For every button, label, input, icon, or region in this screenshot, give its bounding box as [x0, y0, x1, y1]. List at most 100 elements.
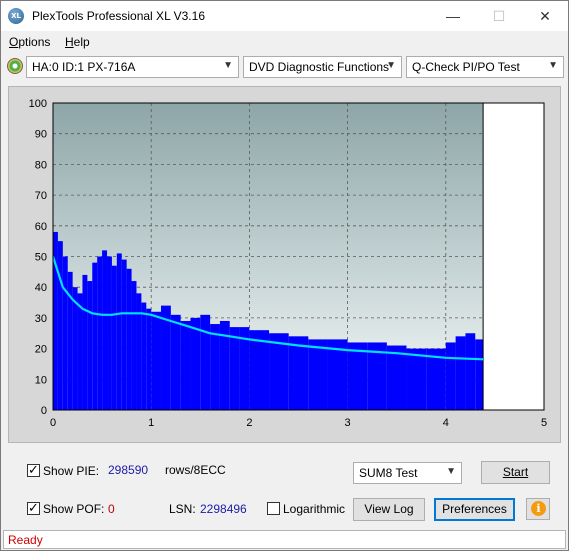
view-log-button-label: View Log	[364, 502, 414, 516]
pie-bar	[87, 281, 93, 410]
pi-po-chart: 0 10 20 30 40 50 60 70 80 90 100 0 1 2 3 4 5	[29, 98, 547, 429]
pie-bar	[190, 317, 201, 410]
pie-bar	[107, 256, 112, 410]
pie-bar	[455, 336, 466, 410]
pie-bar	[136, 293, 142, 410]
window-title: PlexTools Professional XL V3.16	[32, 9, 205, 23]
y-tick-label: 70	[35, 190, 47, 202]
y-tick-label: 90	[35, 129, 47, 141]
pie-bar	[308, 339, 328, 410]
pie-bar	[288, 336, 309, 410]
info-button[interactable]: i	[526, 498, 550, 520]
pie-bar	[210, 324, 220, 410]
pie-bar	[77, 293, 83, 410]
y-tick-label: 10	[35, 374, 47, 386]
drive-select[interactable]: HA:0 ID:1 PX-716A ▼	[26, 56, 239, 78]
y-tick-label: 20	[35, 344, 47, 356]
function-select[interactable]: DVD Diagnostic Functions ▼	[243, 56, 402, 78]
pie-bar	[151, 311, 162, 410]
pie-bar	[445, 342, 456, 410]
show-pof-label: Show POF:	[43, 502, 105, 516]
drive-select-value: HA:0 ID:1 PX-716A	[32, 60, 136, 74]
pof-value: 0	[108, 502, 115, 516]
start-button[interactable]: Start	[481, 461, 550, 484]
chevron-down-icon: ▼	[446, 466, 456, 477]
pie-value: 298590	[108, 463, 149, 477]
test-select[interactable]: Q-Check PI/PO Test ▼	[406, 56, 564, 78]
x-tick-label: 5	[541, 417, 547, 429]
lsn-value: 2298496	[200, 502, 247, 516]
toolbar: HA:0 ID:1 PX-716A ▼ DVD Diagnostic Funct…	[1, 53, 568, 81]
pie-bar	[97, 256, 103, 410]
minimize-button[interactable]: —	[430, 1, 476, 31]
sum-test-select-value: SUM8 Test	[359, 466, 418, 480]
pie-unit: rows/8ECC	[165, 463, 226, 477]
x-tick-label: 0	[50, 417, 56, 429]
show-pie-checkbox[interactable]	[27, 462, 40, 478]
chart-panel: 0 10 20 30 40 50 60 70 80 90 100 0 1 2 3 4 5	[8, 86, 561, 443]
menu-help[interactable]: Help	[65, 35, 90, 49]
plextools-logo-icon: XL	[8, 8, 24, 24]
pie-bar	[386, 345, 407, 410]
disc-drive-icon	[7, 58, 23, 74]
pie-bar	[82, 274, 88, 410]
pie-bar	[347, 342, 368, 410]
y-tick-label: 30	[35, 313, 47, 325]
sum-test-select[interactable]: SUM8 Test ▼	[353, 462, 462, 484]
view-log-button[interactable]: View Log	[353, 498, 425, 521]
pie-bar	[111, 265, 117, 410]
start-button-label: Start	[502, 465, 529, 479]
info-icon: i	[531, 501, 546, 516]
y-tick-label: 0	[41, 405, 47, 417]
status-text: Ready	[8, 533, 43, 547]
y-tick-label: 80	[35, 159, 47, 171]
menu-options[interactable]: Options	[9, 35, 50, 49]
x-tick-label: 1	[148, 417, 154, 429]
app-window: XL PlexTools Professional XL V3.16 — ☐ ✕…	[0, 0, 569, 551]
pie-bar	[102, 250, 108, 410]
logarithmic-checkbox[interactable]	[267, 502, 280, 515]
x-tick-label: 3	[345, 417, 351, 429]
preferences-button-label: Preferences	[442, 502, 507, 516]
pie-bar	[170, 314, 181, 410]
pie-bar	[62, 256, 68, 410]
menu-options-label: ptions	[18, 35, 51, 49]
menu-options-mnemonic: O	[9, 35, 19, 49]
status-bar: Ready	[3, 530, 566, 549]
x-tick-label: 4	[443, 417, 449, 429]
function-select-value: DVD Diagnostic Functions	[249, 60, 390, 74]
x-tick-label: 2	[246, 417, 252, 429]
pie-bar	[131, 281, 137, 410]
pie-bar	[116, 253, 122, 410]
chevron-down-icon: ▼	[386, 60, 396, 71]
pie-bar	[57, 241, 63, 410]
pie-bar	[229, 327, 240, 410]
menu-bar: Options Help	[1, 31, 568, 53]
pie-bar	[475, 339, 484, 410]
pie-bar	[121, 259, 127, 410]
show-pie-label: Show PIE:	[43, 464, 100, 478]
y-tick-label: 40	[35, 282, 47, 294]
chevron-down-icon: ▼	[548, 60, 558, 71]
show-pof-checkbox[interactable]	[27, 500, 40, 516]
menu-help-label: elp	[73, 35, 90, 49]
maximize-button[interactable]: ☐	[476, 1, 522, 31]
logarithmic-label: Logarithmic	[283, 502, 346, 516]
pie-bar	[72, 287, 78, 410]
preferences-button[interactable]: Preferences	[434, 498, 515, 521]
test-select-value: Q-Check PI/PO Test	[412, 60, 520, 74]
lsn-label: LSN:	[169, 502, 196, 516]
y-tick-label: 100	[29, 98, 47, 110]
unscanned-area	[483, 103, 544, 410]
pie-bar	[465, 333, 476, 410]
close-button[interactable]: ✕	[522, 1, 568, 31]
y-tick-label: 60	[35, 221, 47, 233]
pie-bar	[146, 308, 152, 410]
menu-help-mnemonic: H	[65, 35, 74, 49]
pie-bar	[200, 314, 211, 410]
pie-bar	[92, 262, 98, 410]
chevron-down-icon: ▼	[223, 60, 233, 71]
y-tick-label: 50	[35, 252, 47, 264]
pie-bar	[126, 268, 132, 410]
title-bar: XL PlexTools Professional XL V3.16 — ☐ ✕	[1, 1, 568, 31]
